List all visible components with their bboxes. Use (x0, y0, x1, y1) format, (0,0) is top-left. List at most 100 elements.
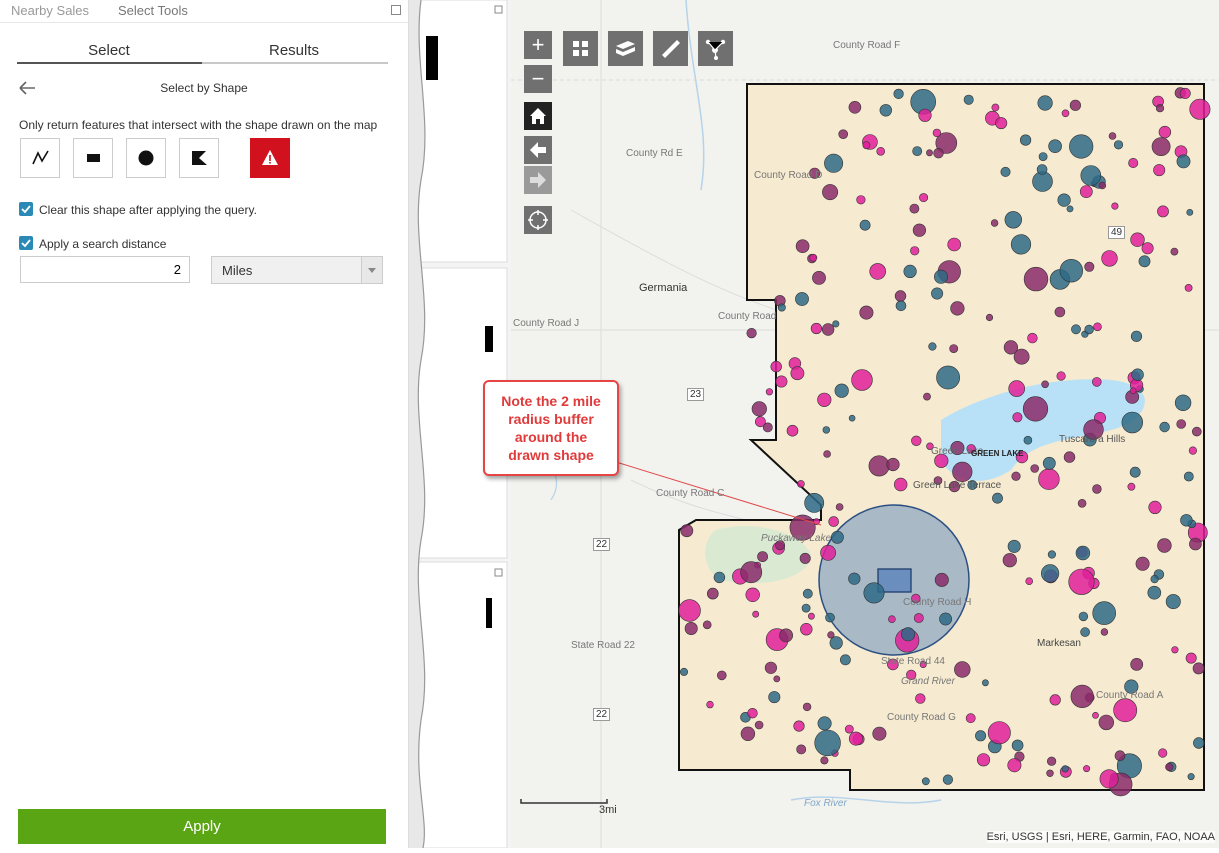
sale-point[interactable] (848, 414, 856, 422)
sale-point[interactable] (1113, 698, 1138, 723)
next-extent-button[interactable] (524, 166, 552, 194)
sale-point[interactable] (894, 290, 907, 302)
sale-point[interactable] (817, 392, 832, 407)
sale-point[interactable] (793, 720, 805, 732)
sale-point[interactable] (1041, 380, 1049, 389)
sale-point[interactable] (1007, 539, 1021, 553)
sale-point[interactable] (1084, 324, 1094, 335)
sale-point[interactable] (1130, 658, 1144, 671)
sale-point[interactable] (939, 612, 952, 626)
sale-point[interactable] (838, 129, 849, 139)
sale-point[interactable] (1059, 259, 1083, 283)
sale-point[interactable] (1023, 266, 1049, 292)
sale-point[interactable] (893, 88, 904, 99)
sale-point[interactable] (1083, 765, 1091, 773)
sale-point[interactable] (1129, 387, 1137, 395)
sale-point[interactable] (1114, 750, 1126, 762)
sale-point[interactable] (856, 195, 866, 205)
sale-point[interactable] (1075, 545, 1091, 561)
sale-point[interactable] (921, 777, 930, 786)
sale-point[interactable] (1022, 396, 1049, 422)
sale-point[interactable] (800, 622, 813, 636)
sale-point[interactable] (1138, 255, 1151, 268)
sale-point[interactable] (1054, 306, 1066, 318)
sale-point[interactable] (1158, 125, 1172, 139)
sale-point[interactable] (775, 375, 788, 388)
sale-point[interactable] (1079, 185, 1093, 198)
sale-point[interactable] (814, 729, 841, 757)
sale-point[interactable] (1091, 377, 1102, 387)
search-distance-checkbox[interactable] (19, 236, 33, 250)
zoom-in-button[interactable]: + (524, 31, 552, 59)
sale-point[interactable] (680, 667, 689, 676)
maximize-icon[interactable] (391, 5, 401, 15)
sale-point[interactable] (1193, 737, 1205, 749)
sale-point[interactable] (1098, 181, 1107, 190)
sale-point[interactable] (1011, 471, 1021, 481)
sale-point[interactable] (1004, 211, 1022, 229)
sale-point[interactable] (987, 721, 1011, 745)
sale-point[interactable] (1012, 412, 1023, 423)
sale-point[interactable] (707, 587, 719, 600)
tab-nearby-sales[interactable]: Nearby Sales (11, 3, 89, 18)
sale-point[interactable] (903, 264, 917, 279)
sale-point[interactable] (933, 269, 948, 284)
sale-point[interactable] (872, 726, 887, 741)
sale-point[interactable] (1113, 140, 1124, 150)
measurement-button[interactable] (653, 31, 688, 66)
sale-point[interactable] (932, 128, 942, 138)
sale-point[interactable] (869, 263, 887, 280)
sale-point[interactable] (799, 552, 811, 564)
sale-point[interactable] (768, 691, 781, 704)
sale-point[interactable] (1157, 205, 1169, 218)
layer-list-button[interactable] (608, 31, 643, 66)
sale-point[interactable] (1108, 132, 1117, 140)
sale-point[interactable] (678, 599, 701, 622)
sale-point[interactable] (1066, 205, 1074, 213)
circle-button[interactable] (126, 138, 166, 178)
sale-point[interactable] (804, 492, 825, 513)
rectangle-button[interactable] (73, 138, 113, 178)
sale-point[interactable] (786, 424, 799, 437)
sale-point[interactable] (1069, 99, 1082, 111)
sale-point[interactable] (1158, 748, 1168, 758)
sale-point[interactable] (848, 572, 861, 585)
sale-point[interactable] (1165, 594, 1181, 610)
sale-point[interactable] (1092, 484, 1102, 494)
previous-extent-button[interactable] (524, 136, 552, 164)
sale-point[interactable] (1084, 261, 1095, 272)
sale-point[interactable] (876, 147, 886, 156)
sale-point[interactable] (1002, 553, 1017, 568)
sale-point[interactable] (795, 239, 810, 253)
sale-point[interactable] (910, 246, 920, 256)
sale-point[interactable] (1191, 426, 1202, 437)
sale-point[interactable] (1153, 164, 1166, 177)
sale-point[interactable] (1159, 421, 1170, 433)
sale-point[interactable] (1098, 714, 1114, 731)
sale-point[interactable] (851, 369, 873, 391)
sale-point[interactable] (1077, 498, 1087, 508)
sale-point[interactable] (824, 153, 844, 173)
sale-point[interactable] (936, 365, 961, 390)
home-button[interactable] (524, 102, 552, 130)
sale-point[interactable] (1069, 134, 1094, 159)
sale-point[interactable] (1070, 684, 1094, 709)
sale-point[interactable] (1068, 568, 1095, 595)
sale-point[interactable] (1100, 628, 1109, 636)
sale-point[interactable] (1047, 550, 1057, 559)
sale-point[interactable] (740, 726, 756, 741)
sale-point[interactable] (1128, 158, 1139, 169)
tab-select[interactable]: Select (17, 42, 201, 59)
sale-point[interactable] (1185, 652, 1197, 664)
sale-point[interactable] (1184, 283, 1193, 292)
sale-point[interactable] (797, 480, 805, 488)
sale-point[interactable] (909, 203, 920, 214)
sale-point[interactable] (1155, 104, 1165, 113)
sale-point[interactable] (1121, 411, 1143, 434)
sale-point[interactable] (985, 313, 994, 322)
sale-point[interactable] (713, 571, 726, 584)
sale-point[interactable] (747, 707, 758, 719)
sale-point[interactable] (1010, 234, 1032, 255)
sale-point[interactable] (911, 435, 922, 446)
sale-point[interactable] (1180, 514, 1193, 527)
